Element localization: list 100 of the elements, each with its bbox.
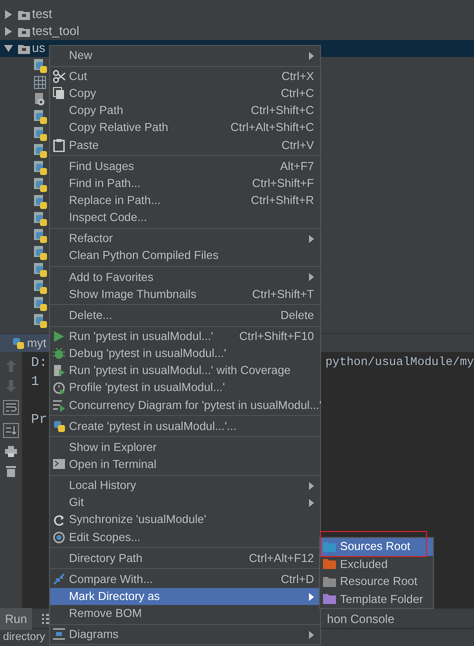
collapsed-arrow-icon[interactable] xyxy=(4,10,13,19)
shortcut-text: Ctrl+X xyxy=(280,69,314,86)
status-text: directory xyxy=(3,630,46,646)
compare-icon xyxy=(53,572,66,586)
shortcut-text: Ctrl+Shift+T xyxy=(251,286,314,303)
python-file-icon xyxy=(34,144,47,158)
shortcut-text: Ctrl+Shift+C xyxy=(250,103,314,120)
scissors-icon xyxy=(53,70,66,84)
concurrency-icon xyxy=(53,398,66,412)
sync-icon xyxy=(53,514,66,527)
tool-tab[interactable]: Run xyxy=(0,608,32,630)
bug-icon xyxy=(53,347,66,360)
clipboard-icon xyxy=(53,138,66,152)
shortcut-text: Ctrl+V xyxy=(280,138,314,154)
menu-item[interactable]: Replace in Path... Ctrl+Shift+R xyxy=(50,192,320,210)
shortcut-text: Ctrl+D xyxy=(280,572,314,588)
menu-item[interactable]: Directory Path Ctrl+Alt+F12 xyxy=(50,550,320,567)
soft-wrap-icon[interactable] xyxy=(3,400,19,415)
profile-icon xyxy=(53,382,66,395)
coverage-icon xyxy=(53,364,66,378)
print-icon[interactable] xyxy=(5,446,17,457)
menu-item[interactable]: Mark Directory as xyxy=(50,588,320,606)
menu-item[interactable]: Sources Root xyxy=(320,538,433,556)
scroll-to-end-icon[interactable] xyxy=(3,423,19,438)
console-text: Pr xyxy=(31,412,48,430)
menu-item[interactable]: Clean Python Compiled Files xyxy=(50,248,320,265)
menu-item[interactable]: Concurrency Diagram for 'pytest in usualModul...' xyxy=(50,396,320,414)
python-file-icon xyxy=(34,178,47,192)
menu-item[interactable]: Resource Root xyxy=(320,573,433,590)
folder-icon xyxy=(18,10,30,20)
menu-item[interactable]: Refactor xyxy=(50,230,320,248)
menu-item[interactable]: Paste Ctrl+V xyxy=(50,136,320,154)
folder-icon xyxy=(18,26,30,36)
menu-item[interactable]: Find in Path... Ctrl+Shift+F xyxy=(50,174,320,192)
python-icon xyxy=(12,337,24,349)
menu-item[interactable]: Inspect Code... xyxy=(50,209,320,226)
menu-item[interactable]: Cut Ctrl+X xyxy=(50,68,320,86)
console-text: 1 xyxy=(31,374,40,392)
folder-icon xyxy=(323,559,336,570)
python-file-icon xyxy=(34,194,47,208)
terminal-icon xyxy=(53,458,66,472)
menu-item[interactable]: Add to Favorites xyxy=(50,268,320,286)
python-file-icon xyxy=(34,160,47,174)
folder-label: us xyxy=(32,40,46,58)
python-icon xyxy=(53,420,66,433)
python-file-icon xyxy=(34,212,47,226)
menu-item[interactable]: Open in Terminal xyxy=(50,456,320,474)
python-file-icon xyxy=(34,314,47,328)
shortcut-text: Ctrl+Shift+F10 xyxy=(238,328,314,345)
folder-icon xyxy=(18,44,30,54)
menu-item[interactable]: Delete... Delete xyxy=(50,306,320,324)
menu-item[interactable]: Find Usages Alt+F7 xyxy=(50,158,320,175)
menu-item[interactable]: Compare With... Ctrl+D xyxy=(50,570,320,588)
menu-item[interactable]: Excluded xyxy=(320,556,433,573)
collapsed-arrow-icon[interactable] xyxy=(4,27,13,36)
menu-item[interactable]: Copy Ctrl+C xyxy=(50,85,320,102)
copy-icon xyxy=(53,87,66,100)
tool-tab[interactable]: hon Console xyxy=(322,608,400,630)
shortcut-text: Ctrl+Shift+F xyxy=(251,176,314,192)
python-file-icon xyxy=(34,126,47,140)
run-icon xyxy=(53,330,66,344)
menu-item[interactable]: Copy Path Ctrl+Shift+C xyxy=(50,102,320,120)
console-text: python/usualModule/my xyxy=(325,354,474,371)
table-icon xyxy=(34,76,46,89)
folder-icon xyxy=(323,542,336,552)
shortcut-text: Ctrl+C xyxy=(280,86,314,102)
menu-item[interactable]: Remove BOM xyxy=(50,605,320,622)
python-file-icon xyxy=(34,110,47,124)
menu-item[interactable]: Template Folder xyxy=(320,590,433,608)
python-file-icon xyxy=(34,246,47,260)
shortcut-text: Ctrl+Alt+F12 xyxy=(248,550,314,567)
menu-item[interactable]: Show in Explorer xyxy=(50,438,320,456)
scope-icon xyxy=(53,530,66,544)
folder-label: test_tool xyxy=(32,23,80,40)
trash-icon[interactable] xyxy=(6,465,16,477)
python-file-icon xyxy=(34,296,47,310)
python-file-icon xyxy=(34,262,47,276)
python-file-icon xyxy=(34,58,47,72)
menu-item[interactable]: Git xyxy=(50,494,320,512)
folder-icon xyxy=(323,576,336,587)
shortcut-text: Alt+F7 xyxy=(279,158,314,175)
menu-item[interactable]: Run 'pytest in usualModul...' Ctrl+Shift+F10 xyxy=(50,328,320,346)
menu-item[interactable]: Edit Scopes... xyxy=(50,528,320,546)
menu-item[interactable]: Copy Relative Path Ctrl+Alt+Shift+C xyxy=(50,120,320,137)
menu-item[interactable]: Diagrams xyxy=(50,626,320,644)
shortcut-text: Ctrl+Alt+Shift+C xyxy=(230,120,314,136)
python-file-icon xyxy=(34,228,47,242)
diagram-icon xyxy=(53,628,66,642)
folder-label: test xyxy=(32,6,52,24)
shortcut-text: Delete xyxy=(279,308,314,324)
menu-item[interactable]: Run 'pytest in usualModul...' with Coverage xyxy=(50,362,320,380)
menu-item[interactable]: Local History xyxy=(50,477,320,494)
menu-item[interactable]: Synchronize 'usualModule' xyxy=(50,512,320,529)
expanded-arrow-icon[interactable] xyxy=(4,44,13,53)
menu-item[interactable]: New xyxy=(50,47,320,64)
menu-item[interactable]: Create 'pytest in usualModul...'... xyxy=(50,418,320,435)
menu-item[interactable]: Debug 'pytest in usualModul...' xyxy=(50,345,320,362)
settings-file-icon xyxy=(34,93,46,106)
menu-item[interactable]: Profile 'pytest in usualModul...' xyxy=(50,380,320,397)
menu-item[interactable]: Show Image Thumbnails Ctrl+Shift+T xyxy=(50,286,320,303)
